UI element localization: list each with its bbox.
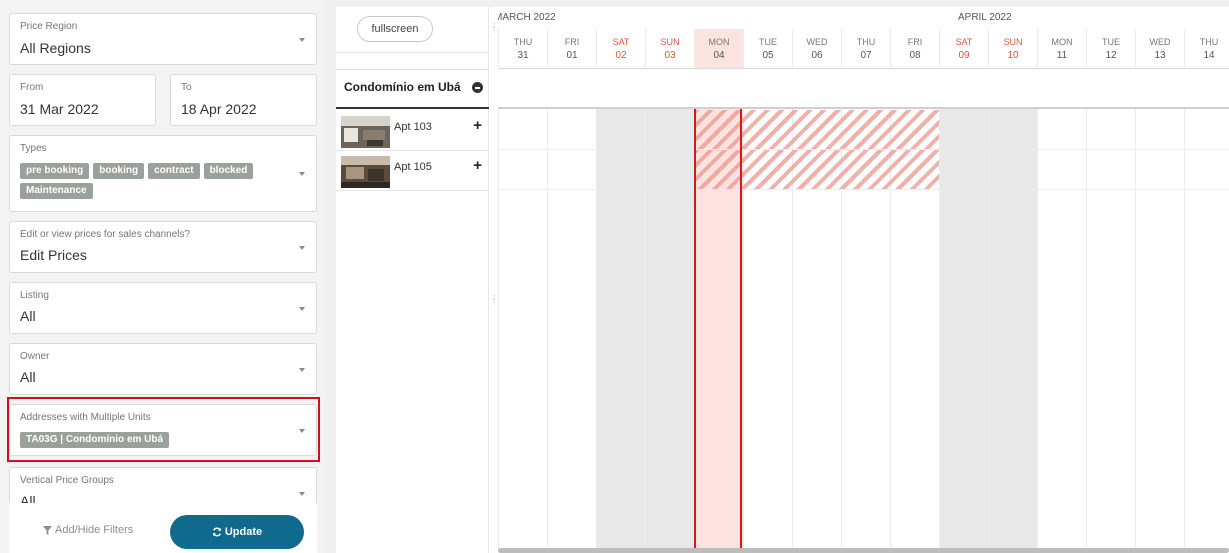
day-name: TUE	[759, 37, 777, 47]
chevron-down-icon	[299, 38, 305, 42]
filter-icon	[43, 525, 52, 535]
types-label: Types	[20, 143, 47, 154]
day-number: 14	[1203, 50, 1215, 61]
day-name: THU	[1199, 37, 1219, 47]
day-name: SUN	[660, 37, 680, 47]
row-divider	[498, 189, 1229, 190]
types-chip-list: pre booking booking contract blocked Mai…	[20, 163, 270, 199]
day-number: 05	[762, 50, 774, 61]
sales-channels-label: Edit or view prices for sales channels?	[20, 229, 191, 240]
unit-thumbnail	[341, 116, 390, 148]
day-name: MON	[708, 37, 730, 47]
expand-plus-icon[interactable]: +	[473, 118, 482, 133]
day-number: 07	[860, 50, 872, 61]
day-name: SUN	[1003, 37, 1023, 47]
type-chip[interactable]: contract	[148, 163, 200, 179]
chevron-down-icon	[299, 246, 305, 250]
resize-handle-icon[interactable]: ⋮ ⋮	[490, 23, 498, 35]
chevron-down-icon	[299, 307, 305, 311]
day-name: WED	[806, 37, 828, 47]
day-name: WED	[1149, 37, 1171, 47]
listing-select[interactable]: Listing All	[9, 282, 317, 334]
update-button[interactable]: Update	[170, 515, 304, 549]
day-name: SAT	[955, 37, 973, 47]
calendar-panel: fullscreen Condomínio em Ubá Apt 103 + A…	[336, 7, 1229, 553]
day-number: 01	[566, 50, 578, 61]
day-number: 04	[713, 50, 725, 61]
update-label: Update	[224, 526, 263, 538]
resize-handle-icon[interactable]: ⋮ ⋮	[490, 295, 498, 307]
calendar-unit-column: fullscreen Condomínio em Ubá Apt 103 + A…	[336, 7, 489, 553]
types-select[interactable]: Types pre booking booking contract block…	[9, 135, 317, 212]
day-number: 08	[909, 50, 921, 61]
calendar-grid: MARCH 2022 APRIL 2022 THU 31 FRI 01 SAT 02 …	[498, 7, 1229, 553]
horizontal-scrollbar[interactable]	[498, 548, 1229, 553]
sales-channels-value: Edit Prices	[20, 247, 87, 263]
day-name: FRI	[564, 37, 580, 47]
refresh-icon	[212, 527, 221, 537]
to-label: To	[181, 82, 192, 93]
day-name: THU	[513, 37, 533, 47]
unit-name: Apt 105	[394, 161, 432, 173]
to-value: 18 Apr 2022	[181, 101, 257, 117]
price-region-select[interactable]: Price Region All Regions	[9, 13, 317, 65]
price-region-label: Price Region	[20, 21, 78, 32]
chevron-down-icon	[299, 492, 305, 496]
type-chip[interactable]: pre booking	[20, 163, 90, 179]
day-number: 31	[517, 50, 529, 61]
day-name: TUE	[1102, 37, 1120, 47]
month-label-march: MARCH 2022	[498, 12, 556, 23]
add-hide-filters-label: Add/Hide Filters	[55, 524, 134, 536]
from-value: 31 Mar 2022	[20, 101, 99, 117]
today-highlight-frame	[694, 109, 742, 553]
unit-row: Apt 105 +	[336, 151, 489, 191]
add-hide-filters-button[interactable]: Add/Hide Filters	[43, 524, 133, 536]
group-row: Condomínio em Ubá	[336, 69, 489, 109]
chevron-down-icon	[299, 368, 305, 372]
unit-thumbnail	[341, 156, 390, 188]
listing-value: All	[20, 308, 36, 324]
filter-action-bar: Add/Hide Filters Update	[9, 503, 317, 553]
type-chip[interactable]: booking	[93, 163, 145, 179]
app-root: Price Region All Regions From 31 Mar 202…	[0, 0, 1229, 553]
owner-value: All	[20, 369, 36, 385]
unit-name: Apt 103	[394, 121, 432, 133]
day-number: 09	[958, 50, 970, 61]
expand-plus-icon[interactable]: +	[473, 158, 482, 173]
day-name: FRI	[907, 37, 923, 47]
day-number: 06	[811, 50, 823, 61]
type-chip[interactable]: blocked	[203, 163, 254, 179]
day-name: THU	[856, 37, 876, 47]
fullscreen-button[interactable]: fullscreen	[357, 16, 433, 42]
day-number: 13	[1154, 50, 1166, 61]
group-title: Condomínio em Ubá	[344, 80, 461, 94]
day-number: 11	[1056, 50, 1068, 61]
from-date-field[interactable]: From 31 Mar 2022	[9, 74, 156, 126]
from-label: From	[20, 82, 44, 93]
sales-channels-select[interactable]: Edit or view prices for sales channels? …	[9, 221, 317, 273]
day-number: 12	[1105, 50, 1117, 61]
collapse-minus-icon[interactable]	[472, 82, 483, 93]
highlight-frame	[7, 397, 320, 462]
group-band	[498, 69, 1229, 109]
vertical-price-groups-label: Vertical Price Groups	[20, 475, 114, 486]
month-label-april: APRIL 2022	[958, 12, 1012, 23]
filter-panel: Price Region All Regions From 31 Mar 202…	[0, 0, 326, 553]
day-number: 02	[615, 50, 627, 61]
divider	[336, 52, 489, 53]
unit-row: Apt 103 +	[336, 111, 489, 151]
day-name: MON	[1051, 37, 1073, 47]
day-number: 03	[664, 50, 676, 61]
day-name: SAT	[612, 37, 630, 47]
owner-select[interactable]: Owner All	[9, 343, 317, 395]
to-date-field[interactable]: To 18 Apr 2022	[170, 74, 317, 126]
price-region-value: All Regions	[20, 40, 91, 56]
type-chip[interactable]: Maintenance	[20, 183, 93, 199]
chevron-down-icon	[299, 172, 305, 176]
listing-label: Listing	[20, 290, 49, 301]
day-number: 10	[1007, 50, 1019, 61]
owner-label: Owner	[20, 351, 50, 362]
